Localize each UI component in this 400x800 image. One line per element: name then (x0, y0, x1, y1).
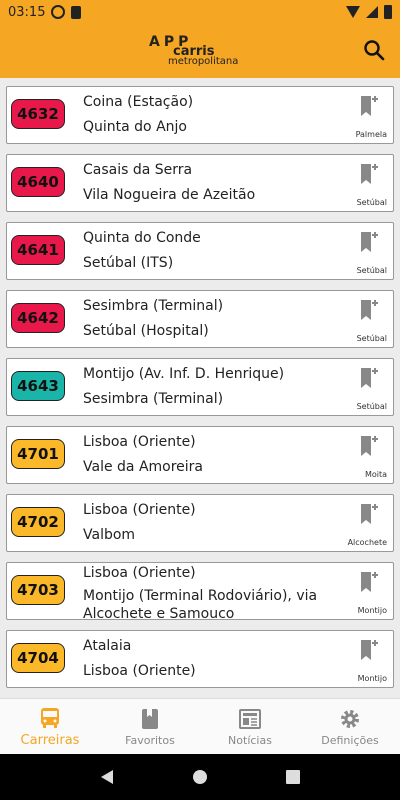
route-destination: Setúbal (Hospital) (83, 323, 209, 339)
back-icon[interactable] (99, 769, 115, 785)
bookmark-add-icon[interactable] (359, 571, 379, 593)
route-number-badge: 4704 (11, 643, 65, 673)
route-origin: Atalaia (83, 638, 132, 654)
bookmark-book-icon (142, 708, 158, 729)
play-circle-icon (51, 5, 66, 19)
tab-noticias[interactable]: Notícias (200, 699, 300, 754)
route-origin: Quinta do Conde (83, 230, 201, 246)
signal-icon (366, 6, 378, 18)
route-origin: Lisboa (Oriente) (83, 565, 196, 581)
bookmark-add-icon[interactable] (359, 639, 379, 661)
municipality-label: Montijo (357, 674, 387, 683)
route-destination: Vila Nogueira de Azeitão (83, 187, 256, 203)
route-origin: Casais da Serra (83, 162, 193, 178)
route-destination: Vale da Amoreira (83, 459, 204, 475)
status-bar: 03:15 (0, 0, 400, 24)
gear-icon (341, 709, 359, 728)
tab-noticias-label: Notícias (228, 733, 272, 747)
municipality-label: Setúbal (356, 402, 387, 411)
home-icon[interactable] (192, 769, 208, 785)
route-card-4632[interactable]: 4632 Coina (Estação) Quinta do Anjo Palm… (6, 86, 394, 144)
route-card-4704[interactable]: 4704 Atalaia Lisboa (Oriente) Montijo (6, 630, 394, 688)
municipality-label: Palmela (355, 130, 387, 139)
route-card-4702[interactable]: 4702 Lisboa (Oriente) Valbom Alcochete (6, 494, 394, 552)
bus-icon (41, 707, 59, 728)
route-card-4701[interactable]: 4701 Lisboa (Oriente) Vale da Amoreira M… (6, 426, 394, 484)
route-list[interactable]: 4632 Coina (Estação) Quinta do Anjo Palm… (0, 78, 400, 698)
route-card-4641[interactable]: 4641 Quinta do Conde Setúbal (ITS) Setúb… (6, 222, 394, 280)
municipality-label: Montijo (357, 606, 387, 615)
route-number-badge: 4641 (11, 235, 65, 265)
municipality-label: Setúbal (356, 334, 387, 343)
route-destination: Setúbal (ITS) (83, 255, 174, 271)
route-number-badge: 4632 (11, 99, 65, 129)
route-origin: Montijo (Av. Inf. D. Henrique) (83, 366, 285, 382)
route-number-badge: 4640 (11, 167, 65, 197)
bookmark-add-icon[interactable] (359, 503, 379, 525)
newspaper-icon (239, 708, 261, 729)
route-destination: Valbom (83, 527, 136, 543)
tab-carreiras[interactable]: Carreiras (0, 699, 100, 754)
municipality-label: Setúbal (356, 266, 387, 275)
tab-carreiras-label: Carreiras (20, 732, 80, 748)
route-card-4643[interactable]: 4643 Montijo (Av. Inf. D. Henrique) Sesi… (6, 358, 394, 416)
route-card-4703[interactable]: 4703 Lisboa (Oriente) Montijo (Terminal … (6, 562, 394, 622)
tab-favoritos-label: Favoritos (125, 733, 175, 747)
municipality-label: Setúbal (356, 198, 387, 207)
route-number-badge: 4703 (11, 575, 65, 605)
bottom-navigation: Carreiras Favoritos Notícias Definições (0, 698, 400, 754)
route-destination: Quinta do Anjo (83, 119, 187, 135)
tab-definicoes-label: Definições (321, 733, 379, 747)
status-time: 03:15 (8, 4, 46, 20)
route-number-badge: 4701 (11, 439, 65, 469)
route-card-4642[interactable]: 4642 Sesimbra (Terminal) Setúbal (Hospit… (6, 290, 394, 348)
tab-favoritos[interactable]: Favoritos (100, 699, 200, 754)
wifi-icon (346, 6, 360, 18)
bookmark-add-icon[interactable] (359, 95, 379, 117)
route-origin: Lisboa (Oriente) (83, 434, 196, 450)
route-destination: Sesimbra (Terminal) (83, 391, 224, 407)
sim-card-icon (71, 5, 82, 19)
logo-metro-text: metropolitana (168, 56, 239, 67)
search-icon[interactable] (362, 38, 386, 62)
route-origin: Lisboa (Oriente) (83, 502, 196, 518)
bookmark-add-icon[interactable] (359, 435, 379, 457)
app-bar: APP carris metropolitana (0, 24, 400, 78)
route-destination: Montijo (Terminal Rodoviário), via Alcoc… (83, 588, 318, 622)
route-number-badge: 4642 (11, 303, 65, 333)
municipality-label: Alcochete (347, 538, 387, 547)
route-origin: Sesimbra (Terminal) (83, 298, 224, 314)
bookmark-add-icon[interactable] (359, 163, 379, 185)
route-destination: Lisboa (Oriente) (83, 663, 196, 679)
route-number-badge: 4643 (11, 371, 65, 401)
tab-definicoes[interactable]: Definições (300, 699, 400, 754)
route-card-4640[interactable]: 4640 Casais da Serra Vila Nogueira de Az… (6, 154, 394, 212)
system-navigation-bar (0, 754, 400, 800)
app-logo: APP carris metropolitana (145, 31, 255, 71)
municipality-label: Moita (364, 470, 387, 479)
route-origin: Coina (Estação) (83, 94, 194, 110)
bookmark-add-icon[interactable] (359, 231, 379, 253)
bookmark-add-icon[interactable] (359, 299, 379, 321)
battery-icon (384, 5, 392, 19)
bookmark-add-icon[interactable] (359, 367, 379, 389)
recents-icon[interactable] (285, 769, 301, 785)
route-number-badge: 4702 (11, 507, 65, 537)
